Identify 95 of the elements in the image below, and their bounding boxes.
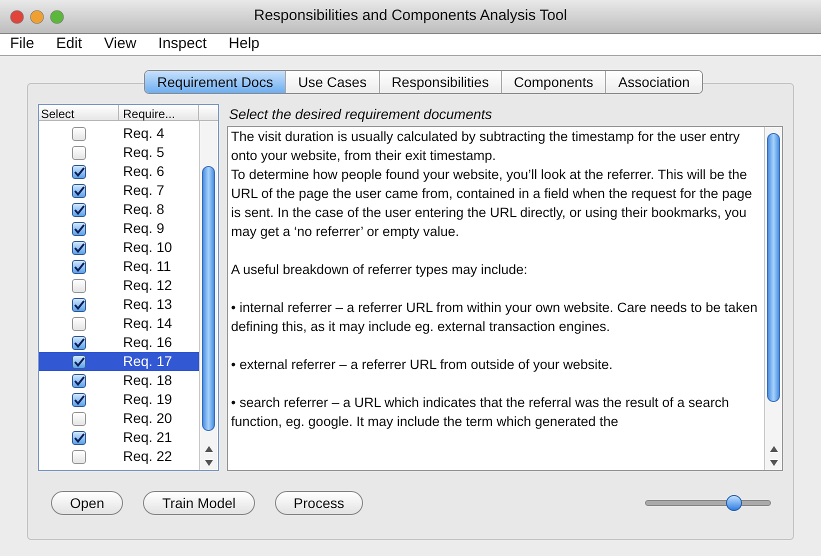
document-paragraph: The visit duration is usually calculated by subtracting the timestamp for the user entry onto your website, from their exit timestamp. — [231, 128, 741, 165]
checkmark-icon — [74, 224, 84, 234]
checkbox[interactable] — [72, 450, 86, 464]
table-cell-text: Req. 18 — [122, 371, 172, 390]
document-paragraph: • search referrer – a URL which indicates that the referral was the result of a search function, eg. google. It may include the term which generated the — [231, 394, 730, 431]
checkbox[interactable] — [72, 298, 86, 312]
checkbox[interactable] — [72, 222, 86, 236]
checkmark-icon — [74, 432, 84, 442]
table-row[interactable]: Req. 22 — [39, 447, 199, 466]
table-cell-text: Req. 10 — [122, 238, 172, 257]
checkmark-icon — [74, 262, 84, 272]
table-row[interactable]: Req. 8 — [39, 200, 199, 219]
table-row[interactable]: Req. 16 — [39, 333, 199, 352]
window-control-icon[interactable] — [50, 10, 64, 24]
scrollbar[interactable] — [764, 127, 782, 470]
table-row[interactable]: Req. 4 — [39, 124, 199, 143]
table-row[interactable]: Req. 19 — [39, 390, 199, 409]
table-row[interactable]: Req. 12 — [39, 276, 199, 295]
table-row[interactable]: Req. 11 — [39, 257, 199, 276]
table-cell-text: Req. 14 — [122, 314, 172, 333]
tab[interactable]: Requirement Docs — [145, 71, 286, 93]
table-row[interactable]: Req. 17 — [39, 352, 199, 371]
slider-thumb[interactable] — [726, 495, 742, 511]
table-row[interactable]: Req. 20 — [39, 409, 199, 428]
table-row[interactable]: Req. 10 — [39, 238, 199, 257]
table-row[interactable]: Req. 6 — [39, 162, 199, 181]
menu-item[interactable]: View — [104, 33, 136, 56]
checkbox[interactable] — [72, 126, 86, 140]
table-cell-text: Req. 4 — [122, 124, 164, 143]
table-cell-text: Req. 17 — [122, 352, 172, 371]
window-control-icon[interactable] — [10, 10, 24, 24]
document-paragraph: • internal referrer – a referrer URL from within your own website. Care needs to be taken defining this, as it may include eg. external transaction engines. — [231, 299, 758, 336]
table-cell-text: Req. 11 — [122, 257, 171, 276]
checkmark-icon — [74, 186, 84, 196]
tab[interactable]: Association — [605, 71, 702, 93]
column-header[interactable]: Select — [39, 105, 119, 120]
checkbox[interactable] — [72, 412, 86, 426]
checkbox[interactable] — [72, 240, 86, 254]
table-cell-text: Req. 19 — [122, 390, 172, 409]
checkmark-icon — [74, 376, 84, 386]
menu-item[interactable]: Help — [228, 33, 260, 56]
menu-item[interactable]: Edit — [56, 33, 82, 56]
checkbox[interactable] — [72, 278, 86, 292]
table-cell-text: Req. 12 — [122, 276, 172, 295]
table-cell-text: Req. 21 — [122, 428, 172, 447]
table-cell-text: Req. 8 — [122, 200, 164, 219]
table-row[interactable]: Req. 5 — [39, 143, 199, 162]
checkbox[interactable] — [72, 354, 86, 368]
table-cell-text: Req. 13 — [122, 295, 172, 314]
table-cell-text: Req. 20 — [122, 409, 172, 428]
document-paragraph: • external referrer – a referrer URL from outside of your website. — [231, 356, 614, 374]
action-button[interactable]: Process — [274, 491, 364, 515]
tab[interactable]: Use Cases — [285, 71, 379, 93]
checkbox[interactable] — [72, 392, 86, 406]
checkbox[interactable] — [72, 374, 86, 388]
table-row[interactable]: Req. 9 — [39, 219, 199, 238]
action-button[interactable]: Open — [51, 491, 124, 515]
checkmark-icon — [74, 166, 84, 176]
checkbox[interactable] — [72, 202, 86, 216]
table-cell-text: Req. 6 — [122, 162, 164, 181]
document-paragraph: To determine how people found your website, you’ll look at the referrer. This will be the URL of the page the user came from, contained in a field when the request for the page is sent. In the case of the user entering the URL directly, or using their bookmarks, you may get a ‘no referrer’ or empty value. — [231, 166, 754, 241]
checkbox[interactable] — [72, 316, 86, 330]
table-cell-text: Req. 5 — [122, 143, 164, 162]
tab[interactable]: Components — [500, 71, 606, 93]
checkmark-icon — [74, 394, 84, 404]
table-row[interactable]: Req. 18 — [39, 371, 199, 390]
table-row[interactable]: Req. 14 — [39, 314, 199, 333]
scrollbar[interactable] — [199, 121, 217, 470]
table-row[interactable]: Req. 7 — [39, 181, 199, 200]
instruction-label: Select the desired requirement documents — [228, 105, 494, 124]
checkmark-icon — [74, 300, 84, 310]
menu-item[interactable]: File — [10, 33, 34, 56]
table-cell-text: Req. 16 — [122, 333, 172, 352]
column-header[interactable]: Require... — [119, 105, 199, 120]
checkbox[interactable] — [72, 336, 86, 350]
table-cell-text: Req. 7 — [122, 181, 164, 200]
checkbox[interactable] — [72, 146, 86, 160]
table-cell-text: Req. 22 — [122, 447, 172, 466]
checkmark-icon — [74, 356, 84, 366]
table-row[interactable]: Req. 21 — [39, 428, 199, 447]
action-button[interactable]: Train Model — [143, 491, 255, 515]
table-cell-text: Req. 9 — [122, 219, 164, 238]
checkbox[interactable] — [72, 164, 86, 178]
menu-item[interactable]: Inspect — [158, 33, 207, 56]
table-row[interactable]: Req. 13 — [39, 295, 199, 314]
window-control-icon[interactable] — [30, 10, 44, 24]
checkbox[interactable] — [72, 260, 86, 274]
window-title: Responsibilities and Components Analysis Tool — [254, 6, 568, 26]
checkmark-icon — [74, 204, 84, 214]
checkmark-icon — [74, 242, 84, 252]
document-paragraph: A useful breakdown of referrer types may include: — [231, 261, 528, 279]
checkbox[interactable] — [72, 430, 86, 444]
tab[interactable]: Responsibilities — [378, 71, 501, 93]
checkmark-icon — [74, 338, 84, 348]
checkbox[interactable] — [72, 184, 86, 198]
